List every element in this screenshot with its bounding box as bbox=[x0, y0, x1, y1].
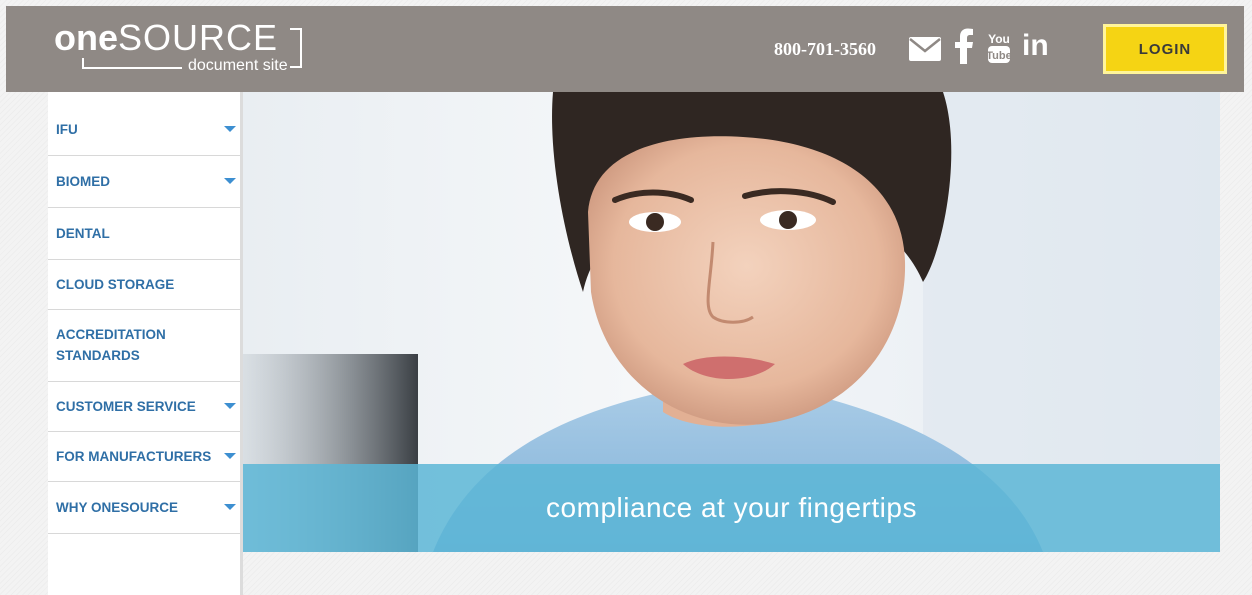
logo-light-text: SOURCE bbox=[118, 17, 279, 58]
svg-text:Tube: Tube bbox=[986, 50, 1011, 62]
sidebar-item-label: DENTAL bbox=[56, 226, 110, 241]
sidebar-item-label: ACCREDITATION bbox=[56, 327, 166, 342]
chevron-down-icon[interactable] bbox=[224, 504, 236, 510]
chevron-down-icon[interactable] bbox=[224, 403, 236, 409]
chevron-down-icon[interactable] bbox=[224, 178, 236, 184]
onesource-logo[interactable]: oneSOURCE document site bbox=[54, 18, 314, 84]
sidebar-item-label: BIOMED bbox=[56, 174, 110, 189]
logo-wordmark: oneSOURCE bbox=[54, 18, 278, 58]
sidebar-item-biomed[interactable]: BIOMED bbox=[48, 156, 240, 208]
sidebar-item-label: WHY ONESOURCE bbox=[56, 500, 179, 515]
sidebar-item-label: CLOUD STORAGE bbox=[56, 277, 175, 292]
svg-text:You: You bbox=[988, 32, 1010, 46]
sidebar-nav: IFU BIOMED DENTAL CLOUD STORAGE ACCREDIT… bbox=[48, 92, 243, 595]
facebook-icon[interactable] bbox=[952, 28, 976, 64]
phone-number[interactable]: 800-701-3560 bbox=[774, 34, 876, 64]
linkedin-icon[interactable]: in bbox=[1022, 30, 1068, 62]
sidebar-item-for-manufacturers[interactable]: FOR MANUFACTURERS bbox=[48, 432, 240, 482]
chevron-down-icon[interactable] bbox=[224, 126, 236, 132]
sidebar-item-label: IFU bbox=[56, 122, 78, 137]
login-button[interactable]: LOGIN bbox=[1103, 24, 1227, 74]
tagline-banner: compliance at your fingertips bbox=[243, 464, 1220, 552]
sidebar-item-accreditation-standards[interactable]: ACCREDITATION STANDARDS bbox=[48, 310, 240, 382]
logo-underline bbox=[82, 67, 182, 69]
sidebar-item-customer-service[interactable]: CUSTOMER SERVICE bbox=[48, 382, 240, 432]
sidebar-item-label: CUSTOMER SERVICE bbox=[56, 399, 196, 414]
hero-tagline: compliance at your fingertips bbox=[546, 492, 917, 523]
sidebar-item-cloud-storage[interactable]: CLOUD STORAGE bbox=[48, 260, 240, 310]
sidebar-item-ifu[interactable]: IFU bbox=[48, 104, 240, 156]
hero-banner-image: compliance at your fingertips bbox=[243, 92, 1220, 552]
sidebar-item-label-line2: STANDARDS bbox=[56, 348, 140, 363]
site-header: oneSOURCE document site 800-701-3560 You… bbox=[6, 6, 1244, 92]
chevron-down-icon[interactable] bbox=[224, 453, 236, 459]
logo-bold-text: one bbox=[54, 17, 119, 58]
sidebar-item-why-onesource[interactable]: WHY ONESOURCE bbox=[48, 482, 240, 534]
logo-subtitle: document site bbox=[188, 57, 288, 74]
mail-icon[interactable] bbox=[908, 36, 942, 62]
youtube-icon[interactable]: You Tube bbox=[986, 30, 1012, 64]
sidebar-item-label: FOR MANUFACTURERS bbox=[56, 449, 212, 464]
sidebar-item-dental[interactable]: DENTAL bbox=[48, 208, 240, 260]
logo-bracket bbox=[290, 28, 302, 68]
